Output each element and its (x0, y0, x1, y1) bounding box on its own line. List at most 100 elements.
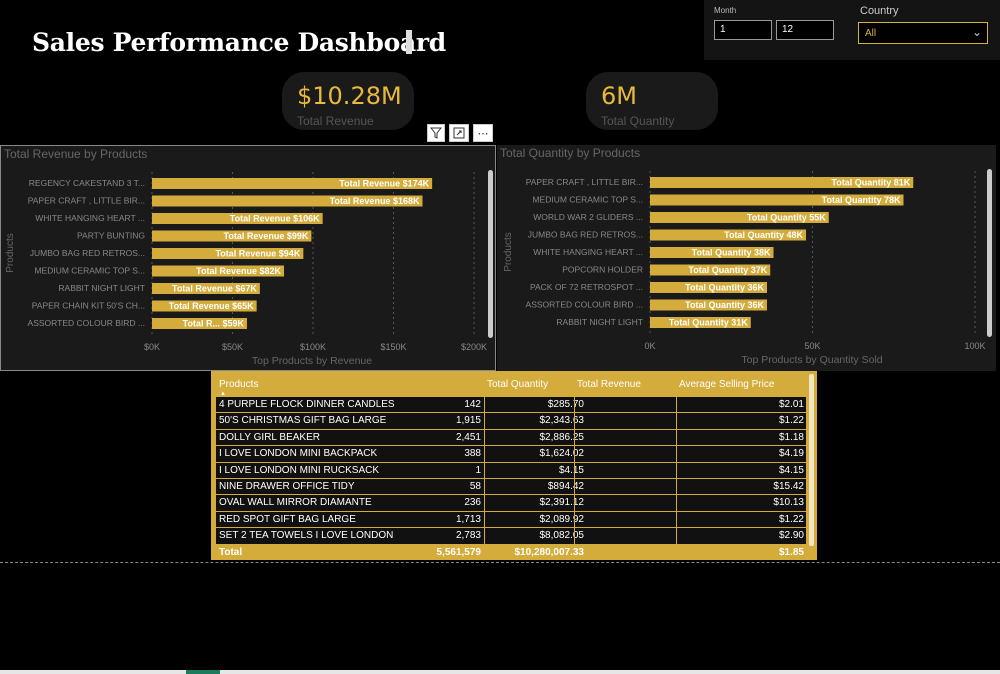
country-label: Country (860, 5, 899, 17)
cell-product: 50'S CHRISTMAS GIFT BAG LARGE (219, 415, 387, 427)
category-label: JUMBO BAG RED RETROS... (528, 230, 643, 240)
category-label: WHITE HANGING HEART ... (35, 213, 145, 223)
cell-quantity: 2,783 (455, 530, 481, 542)
country-select[interactable]: All ⌄ (858, 22, 988, 44)
cell-product: NINE DRAWER OFFICE TIDY (219, 480, 355, 492)
category-label: RABBIT NIGHT LIGHT (58, 283, 145, 293)
column-separator (484, 511, 485, 528)
header-total-quantity[interactable]: Total Quantity (487, 379, 548, 390)
kpi-revenue-value: $10.28M (297, 82, 402, 110)
column-separator (574, 462, 575, 478)
cell-quantity: 236 (464, 497, 481, 509)
data-label: Total Quantity 48K (724, 230, 803, 240)
cell-revenue: $4.15 (558, 464, 584, 476)
filter-icon[interactable] (427, 124, 445, 142)
total-quantity: 5,561,579 (436, 546, 482, 558)
cell-quantity: 1,713 (455, 513, 481, 525)
cell-product: I LOVE LONDON MINI BACKPACK (219, 448, 378, 460)
column-separator (574, 446, 575, 462)
category-label: RABBIT NIGHT LIGHT (556, 317, 643, 327)
table-row[interactable]: OVAL WALL MIRROR DIAMANTE 236 $2,391.12 $10… (216, 495, 806, 512)
category-label: POPCORN HOLDER (562, 265, 643, 275)
cell-revenue: $2,343.63 (539, 415, 585, 427)
table-row[interactable]: SET 2 TEA TOWELS I LOVE LONDON 2,783 $8,08… (216, 528, 806, 545)
x-tick-label: $150K (380, 342, 406, 352)
column-separator (484, 446, 485, 462)
x-tick-label: 100K (964, 341, 985, 351)
cell-product: I LOVE LONDON MINI RUCKSACK (219, 464, 380, 476)
table-row[interactable]: NINE DRAWER OFFICE TIDY 58 $894.42 $15.42 (216, 478, 806, 496)
category-label: MEDIUM CERAMIC TOP S... (532, 195, 643, 205)
data-label: Total Quantity 38K (692, 248, 771, 258)
header-average-selling-price[interactable]: Average Selling Price (679, 379, 774, 390)
category-label: MEDIUM CERAMIC TOP S... (34, 266, 145, 276)
column-separator (574, 478, 575, 495)
cell-revenue: $2,089.92 (539, 513, 585, 525)
x-axis-title: Top Products by Revenue (252, 355, 372, 367)
y-axis-title: Products (503, 232, 514, 271)
column-separator (574, 397, 575, 413)
quantity-chart-panel[interactable]: Total Quantity by Products 0K 50K 100K PAPE… (497, 145, 996, 371)
cell-average-price: $4.19 (778, 448, 804, 460)
cell-average-price: $15.42 (773, 480, 804, 492)
table-scrollbar[interactable] (809, 374, 814, 546)
total-revenue: $10,280,007.33 (514, 546, 584, 558)
category-label: REGENCY CAKESTAND 3 T... (29, 178, 145, 188)
table-row[interactable]: RED SPOT GIFT BAG LARGE 1,713 $2,089.92 $1.… (216, 511, 806, 529)
cell-revenue: $8,082.05 (539, 530, 585, 542)
category-label: WHITE HANGING HEART ... (533, 247, 643, 257)
category-label: PAPER CHAIN KIT 50'S CH... (32, 301, 145, 311)
table-row[interactable]: I LOVE LONDON MINI RUCKSACK 1 $4.15 $4.15 (216, 462, 806, 479)
month-to-input[interactable]: 12 (776, 20, 834, 40)
chevron-down-icon: ⌄ (971, 25, 982, 39)
data-label: Total Quantity 36K (685, 300, 764, 310)
focus-mode-icon[interactable] (449, 124, 469, 142)
more-options-icon[interactable]: ⋯ (473, 124, 493, 142)
country-select-value: All (865, 28, 877, 39)
revenue-bar-chart: $0K $50K $100K $150K $200K REGENCY CAKESTAND … (5, 170, 493, 367)
cell-average-price: $4.15 (778, 464, 804, 476)
cell-quantity: 142 (464, 399, 481, 410)
active-page-tab[interactable] (186, 670, 220, 674)
table-total-row: Total 5,561,579 $10,280,007.33 $1.85 (216, 545, 806, 560)
cell-revenue: $2,886.25 (539, 431, 585, 443)
column-separator (484, 495, 485, 511)
x-axis-title: Top Products by Quantity Sold (741, 354, 882, 366)
cell-quantity: 1 (475, 464, 481, 476)
data-label: Total Quantity 31K (669, 318, 748, 328)
data-label: Total Quantity 36K (685, 283, 764, 293)
category-label: PAPER CRAFT , LITTLE BIR... (28, 196, 145, 206)
column-separator (484, 397, 485, 413)
month-from-input[interactable]: 1 (714, 20, 772, 40)
column-separator (676, 397, 677, 413)
text-cursor (406, 30, 412, 54)
cell-average-price: $1.18 (778, 431, 804, 443)
table-row[interactable]: DOLLY GIRL BEAKER 2,451 $2,886.25 $1.18 (216, 429, 806, 447)
cell-revenue: $1,624.02 (539, 448, 585, 460)
kpi-quantity-label: Total Quantity (601, 114, 675, 128)
column-separator (574, 528, 575, 544)
data-label: Total Revenue $99K (224, 231, 309, 241)
cell-product: DOLLY GIRL BEAKER (219, 431, 320, 443)
header-total-revenue[interactable]: Total Revenue (577, 379, 641, 390)
page-title: Sales Performance Dashboard (32, 28, 446, 57)
table-row[interactable]: 4 PURPLE FLOCK DINNER CANDLES 142 $285.70 $… (216, 397, 806, 414)
data-label: Total Revenue $65K (169, 301, 254, 311)
cell-revenue: $285.70 (547, 399, 584, 410)
column-separator (484, 462, 485, 478)
header-products[interactable]: Products (219, 379, 258, 390)
total-average-price: $1.85 (778, 546, 804, 558)
total-label: Total (219, 546, 243, 558)
category-label: WORLD WAR 2 GLIDERS ... (533, 212, 643, 222)
page-tabs-strip (0, 670, 1000, 674)
kpi-total-revenue: $10.28M Total Revenue (282, 72, 414, 130)
cell-product: RED SPOT GIFT BAG LARGE (219, 513, 356, 525)
table-row[interactable]: I LOVE LONDON MINI BACKPACK 388 $1,624.02 $… (216, 446, 806, 463)
table-body: 4 PURPLE FLOCK DINNER CANDLES 142 $285.70 $… (216, 397, 806, 545)
chart-scrollbar (987, 169, 992, 337)
table-row[interactable]: 50'S CHRISTMAS GIFT BAG LARGE 1,915 $2,343… (216, 413, 806, 430)
x-tick-label: $50K (222, 342, 243, 352)
cell-product: OVAL WALL MIRROR DIAMANTE (219, 497, 372, 509)
revenue-chart-panel[interactable]: Total Revenue by Products $0K $50K $100K $1… (0, 145, 496, 371)
cell-average-price: $1.22 (778, 513, 804, 525)
